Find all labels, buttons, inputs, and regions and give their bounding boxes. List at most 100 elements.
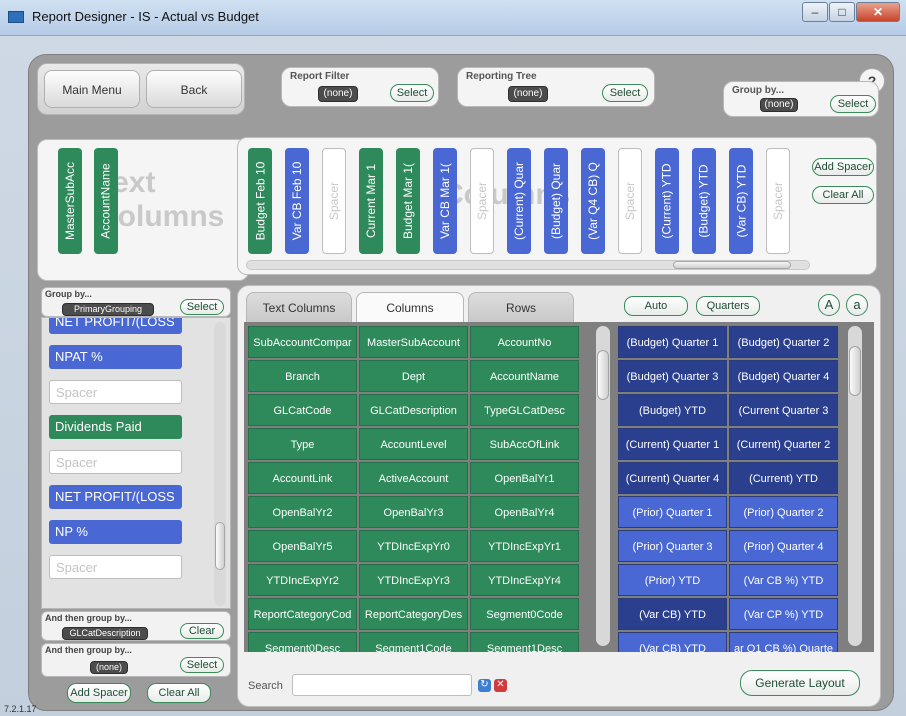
column-spacer-chip[interactable]: Spacer xyxy=(618,148,642,254)
fields-scrollbar[interactable] xyxy=(596,326,610,646)
field-cell[interactable]: Segment1Desc xyxy=(470,632,579,652)
search-go-icon[interactable]: ↻ xyxy=(478,679,491,692)
columns-horizontal-scrollbar[interactable] xyxy=(246,260,810,270)
column-chip[interactable]: (Budget) YTD xyxy=(692,148,716,254)
field-cell[interactable]: ReportCategoryDes xyxy=(359,598,468,630)
field-cell[interactable]: Segment1Code xyxy=(359,632,468,652)
period-cell[interactable]: ar Q1 CB %) Quarte xyxy=(729,632,838,652)
group-item[interactable]: Dividends Paid xyxy=(49,415,182,439)
report-filter-select-button[interactable]: Select xyxy=(390,84,434,102)
period-cell[interactable]: (Budget) Quarter 4 xyxy=(729,360,838,392)
field-cell[interactable]: AccountNo xyxy=(470,326,579,358)
field-cell[interactable]: OpenBalYr3 xyxy=(359,496,468,528)
field-cell[interactable]: ActiveAccount xyxy=(359,462,468,494)
field-cell[interactable]: GLCatCode xyxy=(248,394,357,426)
field-cell[interactable]: YTDIncExpYr4 xyxy=(470,564,579,596)
column-chip[interactable]: (Var CB) YTD xyxy=(729,148,753,254)
field-cell[interactable]: AccountLevel xyxy=(359,428,468,460)
period-cell[interactable]: (Current) Quarter 2 xyxy=(729,428,838,460)
period-cell[interactable]: (Current) Quarter 4 xyxy=(618,462,727,494)
period-cell[interactable]: (Current) YTD xyxy=(729,462,838,494)
columns-clear-all-button[interactable]: Clear All xyxy=(812,186,874,204)
period-cell[interactable]: (Var CB %) YTD xyxy=(729,564,838,596)
period-cell[interactable]: (Current Quarter 3 xyxy=(729,394,838,426)
period-cell[interactable]: (Prior) Quarter 4 xyxy=(729,530,838,562)
column-chip[interactable]: Budget Feb 10 xyxy=(248,148,272,254)
lowercase-button[interactable]: a xyxy=(846,294,868,316)
column-chip[interactable]: (Var Q4 CB) Q xyxy=(581,148,605,254)
period-cell[interactable]: (Var CB) YTD xyxy=(618,598,727,630)
back-button[interactable]: Back xyxy=(146,70,242,108)
column-chip[interactable]: (Budget) Quar xyxy=(544,148,568,254)
group-spacer-item[interactable]: Spacer xyxy=(49,555,182,579)
period-cell[interactable]: (Var CP %) YTD xyxy=(729,598,838,630)
period-cell[interactable]: (Budget) YTD xyxy=(618,394,727,426)
column-chip[interactable]: (Current) Quar xyxy=(507,148,531,254)
field-cell[interactable]: Branch xyxy=(248,360,357,392)
text-columns-drop-zone[interactable]: Text Columns MasterSubAcc AccountName xyxy=(37,139,249,281)
field-cell[interactable]: YTDIncExpYr3 xyxy=(359,564,468,596)
tab-columns[interactable]: Columns xyxy=(356,292,464,322)
period-cell[interactable]: (Current) Quarter 1 xyxy=(618,428,727,460)
top-group-by-select-button[interactable]: Select xyxy=(830,95,876,113)
minimize-button[interactable]: – xyxy=(802,2,828,22)
field-cell[interactable]: YTDIncExpYr1 xyxy=(470,530,579,562)
column-spacer-chip[interactable]: Spacer xyxy=(470,148,494,254)
uppercase-button[interactable]: A xyxy=(818,294,840,316)
then-group-by-clear-button[interactable]: Clear xyxy=(180,623,224,639)
group-items-list[interactable]: NET PROFIT/(LOSS NPAT % Spacer Dividends Pa… xyxy=(41,317,231,609)
group-by-select-button[interactable]: Select xyxy=(180,299,224,315)
scroll-thumb[interactable] xyxy=(849,346,861,396)
scroll-thumb[interactable] xyxy=(215,522,225,570)
field-cell[interactable]: ReportCategoryCod xyxy=(248,598,357,630)
group-spacer-item[interactable]: Spacer xyxy=(49,450,182,474)
group-item[interactable]: NPAT % xyxy=(49,345,182,369)
group-list-scrollbar[interactable] xyxy=(214,322,226,606)
text-column-chip-2[interactable]: AccountName xyxy=(94,148,118,254)
field-cell[interactable]: Segment0Code xyxy=(470,598,579,630)
quarters-button[interactable]: Quarters xyxy=(696,296,760,316)
columns-add-spacer-button[interactable]: Add Spacer xyxy=(812,158,874,176)
field-cell[interactable]: SubAccountCompar xyxy=(248,326,357,358)
columns-drop-zone[interactable]: Columns Budget Feb 10Var CB Feb 10Spacer… xyxy=(237,137,877,275)
field-cell[interactable]: AccountName xyxy=(470,360,579,392)
column-chip[interactable]: (Current) YTD xyxy=(655,148,679,254)
generate-layout-button[interactable]: Generate Layout xyxy=(740,670,860,696)
column-spacer-chip[interactable]: Spacer xyxy=(322,148,346,254)
main-menu-button[interactable]: Main Menu xyxy=(44,70,140,108)
field-cell[interactable]: OpenBalYr4 xyxy=(470,496,579,528)
field-cell[interactable]: SubAccOfLink xyxy=(470,428,579,460)
period-cell[interactable]: (Prior) Quarter 3 xyxy=(618,530,727,562)
close-button[interactable]: ✕ xyxy=(856,2,900,22)
group-item[interactable]: NET PROFIT/(LOSS xyxy=(49,318,182,334)
column-chip[interactable]: Current Mar 1 xyxy=(359,148,383,254)
clear-search-icon[interactable]: ✕ xyxy=(494,679,507,692)
field-cell[interactable]: YTDIncExpYr2 xyxy=(248,564,357,596)
reporting-tree-select-button[interactable]: Select xyxy=(602,84,648,102)
tab-rows[interactable]: Rows xyxy=(468,292,574,322)
search-input[interactable] xyxy=(292,674,472,696)
group-spacer-item[interactable]: Spacer xyxy=(49,380,182,404)
period-cell[interactable]: (Budget) Quarter 2 xyxy=(729,326,838,358)
field-cell[interactable]: Type xyxy=(248,428,357,460)
field-cell[interactable]: OpenBalYr1 xyxy=(470,462,579,494)
group-item[interactable]: NET PROFIT/(LOSS xyxy=(49,485,182,509)
auto-button[interactable]: Auto xyxy=(624,296,688,316)
scroll-thumb[interactable] xyxy=(597,350,609,400)
column-spacer-chip[interactable]: Spacer xyxy=(766,148,790,254)
periods-scrollbar[interactable] xyxy=(848,326,862,646)
field-cell[interactable]: OpenBalYr2 xyxy=(248,496,357,528)
period-cell[interactable]: (Prior) YTD xyxy=(618,564,727,596)
group-clear-all-button[interactable]: Clear All xyxy=(147,683,211,703)
group-item[interactable]: NP % xyxy=(49,520,182,544)
field-cell[interactable]: OpenBalYr5 xyxy=(248,530,357,562)
period-cell[interactable]: (Prior) Quarter 1 xyxy=(618,496,727,528)
period-cell[interactable]: (Var CB) YTD xyxy=(618,632,727,652)
column-chip[interactable]: Var CB Feb 10 xyxy=(285,148,309,254)
field-cell[interactable]: MasterSubAccount xyxy=(359,326,468,358)
field-cell[interactable]: AccountLink xyxy=(248,462,357,494)
column-chip[interactable]: Var CB Mar 1( xyxy=(433,148,457,254)
maximize-button[interactable]: □ xyxy=(829,2,855,22)
period-cell[interactable]: (Budget) Quarter 1 xyxy=(618,326,727,358)
field-cell[interactable]: Segment0Desc xyxy=(248,632,357,652)
